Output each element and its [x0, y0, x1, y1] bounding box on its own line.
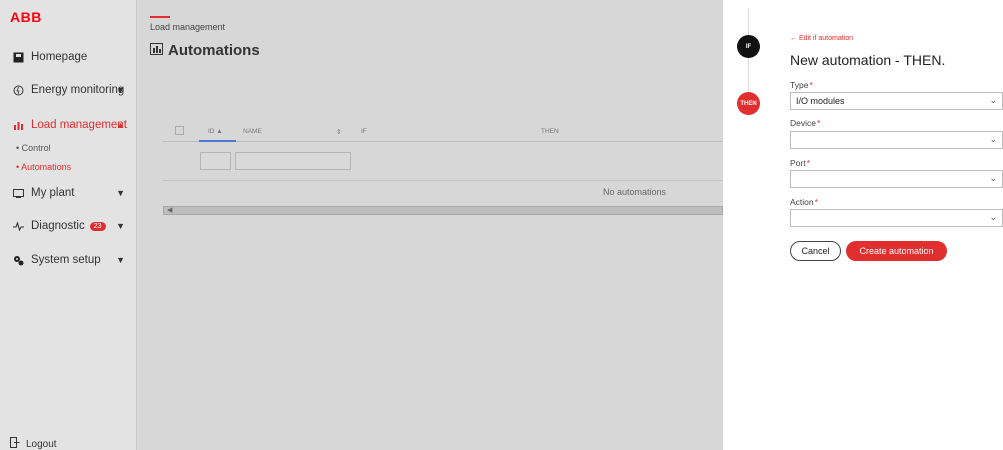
energy-icon [11, 83, 25, 97]
logout-label: Logout [26, 438, 57, 450]
sidebar-item-load-management[interactable]: Load management ▲ [0, 110, 137, 140]
port-label-text: Port [790, 158, 806, 168]
logout-button[interactable]: Logout [10, 437, 57, 450]
scroll-left-icon[interactable]: ◀ [167, 206, 172, 214]
breadcrumb-accent [150, 16, 170, 18]
sidebar-item-label: Diagnostic [31, 220, 85, 232]
abb-logo: ABB [10, 9, 42, 25]
sidebar-subitem-label: Control [21, 143, 51, 153]
sidebar-subitem-automations[interactable]: • Automations [16, 162, 71, 172]
sidebar-item-homepage[interactable]: Homepage [0, 42, 137, 72]
action-select[interactable]: ⌄ [790, 209, 1003, 227]
table-header: ID ▲ NAME ⇕ IF THEN [163, 120, 723, 142]
select-all-checkbox[interactable] [175, 126, 184, 135]
chevron-down-icon: ⌄ [989, 95, 997, 105]
home-icon [11, 50, 25, 64]
logout-icon [10, 437, 20, 450]
sidebar-item-label: Energy monitoring [31, 84, 125, 96]
sidebar-item-energy-monitoring[interactable]: Energy monitoring ▼ [0, 75, 137, 105]
sidebar-item-label: System setup [31, 254, 101, 266]
column-header-then[interactable]: THEN [541, 128, 559, 135]
divider [163, 180, 723, 181]
new-automation-panel: ← Edit if automation New automation - TH… [775, 0, 1003, 450]
chevron-down-icon: ▼ [116, 188, 125, 198]
diagnostic-count-badge: 23 [89, 221, 106, 231]
edit-if-automation-link[interactable]: ← Edit if automation [790, 35, 853, 42]
sidebar-item-system-setup[interactable]: System setup ▼ [0, 245, 137, 275]
sidebar-item-label: Homepage [31, 51, 88, 63]
diagnostic-icon [11, 219, 25, 233]
type-label-text: Type [790, 80, 809, 90]
name-filter-input[interactable] [235, 152, 351, 170]
device-select[interactable]: ⌄ [790, 131, 1003, 149]
type-select[interactable]: I/O modules ⌄ [790, 92, 1003, 110]
column-header-name[interactable]: NAME [243, 128, 262, 135]
device-label: Device* [790, 118, 821, 128]
step-indicator: IF THEN [723, 0, 775, 450]
main-content: Load management Automations ID ▲ NAME ⇕ … [137, 0, 723, 450]
action-label: Action* [790, 197, 818, 207]
breadcrumb[interactable]: Load management [150, 22, 225, 32]
cancel-button[interactable]: Cancel [790, 241, 841, 261]
panel-title: New automation - THEN. [790, 52, 946, 68]
sidebar-item-label: My plant [31, 187, 75, 199]
step-if[interactable]: IF [737, 35, 760, 58]
chevron-down-icon: ▼ [116, 255, 125, 265]
sidebar-subitem-label: Automations [21, 162, 72, 172]
horizontal-scrollbar[interactable]: ◀ [163, 206, 723, 215]
sort-indicator [199, 140, 236, 142]
empty-state-text: No automations [603, 187, 667, 197]
sidebar-item-my-plant[interactable]: My plant ▼ [0, 178, 137, 208]
page-title-text: Automations [168, 42, 260, 59]
sidebar-subitem-control[interactable]: • Control [16, 143, 51, 153]
sort-icon[interactable]: ⇕ [336, 128, 341, 136]
chevron-down-icon: ▼ [116, 221, 125, 231]
step-then[interactable]: THEN [737, 92, 760, 115]
sidebar: ABB Homepage Energy monitoring ▼ Load ma… [0, 0, 137, 450]
action-label-text: Action [790, 197, 814, 207]
plant-icon [11, 186, 25, 200]
id-filter-input[interactable] [200, 152, 231, 170]
chevron-down-icon: ⌄ [989, 134, 997, 144]
load-management-icon [11, 118, 25, 132]
automations-icon [150, 43, 163, 58]
chevron-down-icon: ⌄ [989, 173, 997, 183]
create-automation-button[interactable]: Create automation [846, 241, 947, 261]
chevron-down-icon: ⌄ [989, 212, 997, 222]
column-header-id[interactable]: ID ▲ [208, 128, 223, 135]
sidebar-item-label: Load management [31, 119, 127, 131]
chevron-up-icon: ▲ [116, 120, 125, 130]
sidebar-item-diagnostic[interactable]: Diagnostic 23 ▼ [0, 211, 137, 241]
column-header-if[interactable]: IF [361, 128, 367, 135]
chevron-down-icon: ▼ [116, 85, 125, 95]
port-label: Port* [790, 158, 810, 168]
device-label-text: Device [790, 118, 816, 128]
page-title: Automations [150, 42, 260, 59]
setup-icon [11, 253, 25, 267]
type-select-value: I/O modules [796, 96, 845, 106]
port-select[interactable]: ⌄ [790, 170, 1003, 188]
type-label: Type* [790, 80, 813, 90]
